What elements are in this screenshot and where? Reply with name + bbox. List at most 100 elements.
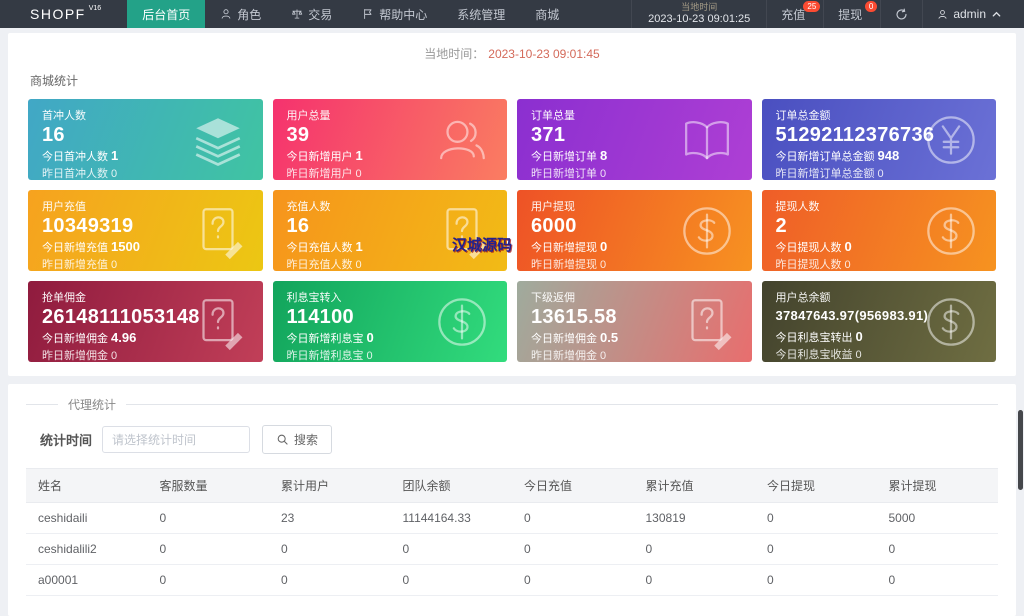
table-cell: a00001 [26, 564, 148, 596]
nav-item-5[interactable]: 商城 [520, 0, 574, 28]
table-cell: 11144164.33 [390, 502, 512, 534]
table-header: 今日提现 [755, 468, 877, 503]
withdraw-badge: 0 [864, 1, 878, 12]
stat-card-5: 充值人数 16 今日充值人数 1 昨日充值人数 0 [272, 190, 507, 271]
table-cell: 5000 [876, 502, 998, 534]
dollar-icon [922, 202, 980, 260]
nav-item-label: 交易 [308, 7, 333, 22]
table-cell: 0 [755, 564, 877, 596]
table-header: 客服数量 [147, 468, 269, 503]
doc-icon [678, 293, 736, 351]
local-time-label: 当地时间 [681, 1, 718, 12]
logo-version: V16 [88, 5, 102, 12]
withdraw-label: 提现 [838, 7, 863, 22]
username: admin [953, 7, 986, 21]
stat-card-3: 订单总金额 51292112376736 今日新增订单总金额 948 昨日新增订单总金额… [761, 99, 996, 180]
nav-item-label: 角色 [237, 7, 262, 22]
nav-item-0[interactable]: 后台首页 [127, 0, 206, 28]
nav-quick: 充值 25 提现 0 [767, 0, 882, 28]
table-row: ceshidalili2 0 0 0 0 0 0 0 [26, 533, 998, 565]
agent-table-body: ceshidaili 0 23 11144164.33 0 130819 0 5000 cesh… [26, 502, 998, 596]
stat-card-8: 抢单佣金 26148111053148 今日新增佣金 4.96 昨日新增佣金 0 [28, 281, 263, 362]
nav-item-label: 商城 [535, 7, 560, 22]
table-cell: 0 [512, 502, 634, 534]
stat-card-11: 用户总余额 37847643.97(956983.91) 今日利息宝转出 0 今日利息宝… [761, 281, 996, 362]
table-cell: 0 [755, 533, 877, 565]
agent-legend: 代理统计 [26, 396, 998, 413]
stat-card-9: 利息宝转入 114100 今日新增利息宝 0 昨日新增利息宝 0 [272, 281, 507, 362]
page-scrollbar-thumb[interactable] [1018, 410, 1023, 490]
stat-card-6: 用户提现 6000 今日新增提现 0 昨日新增提现 0 [517, 190, 752, 271]
panel-time-value: 2023-10-23 09:01:45 [488, 47, 600, 61]
stats-panel: 当地时间： 2023-10-23 09:01:45 商城统计 首冲人数 16 今日首冲… [8, 33, 1016, 376]
doc-icon [189, 293, 247, 351]
recharge-label: 充值 [781, 7, 806, 22]
yen-icon [922, 111, 980, 169]
user-menu[interactable]: admin [923, 0, 1024, 28]
logo-text: SHOPF [30, 6, 86, 22]
refresh-button[interactable] [881, 0, 924, 28]
app-logo: SHOPF V16 [0, 0, 127, 28]
table-cell: 0 [755, 502, 877, 534]
search-icon [276, 433, 289, 446]
chevron-up-icon [991, 9, 1002, 20]
local-time-value: 2023-10-23 09:01:25 [648, 12, 751, 25]
dollar-icon [922, 293, 980, 351]
search-button[interactable]: 搜索 [262, 425, 333, 454]
refresh-icon [895, 8, 908, 21]
table-cell: ceshidalili2 [26, 533, 148, 565]
stat-card-1: 用户总量 39 今日新增用户 1 昨日新增用户 0 [272, 99, 507, 180]
doc-icon [433, 202, 491, 260]
stat-cards: 首冲人数 16 今日首冲人数 1 昨日首冲人数 0 用户总量 39 今日新增用户 1 昨日新增用户… [28, 99, 996, 362]
nav-item-label: 系统管理 [457, 7, 506, 22]
table-row: a00001 0 0 0 0 0 0 0 [26, 564, 998, 596]
nav-item-2[interactable]: 交易 [276, 0, 347, 28]
agent-legend-label: 代理统计 [68, 398, 117, 412]
table-cell: 0 [390, 564, 512, 596]
nav-menu: 后台首页 角色 交易 帮助中心 系统管理 商城 [127, 0, 574, 28]
table-cell: 0 [269, 533, 391, 565]
table-cell: 0 [147, 502, 269, 534]
filter-label: 统计时间 [40, 433, 93, 448]
table-cell: 23 [269, 502, 391, 534]
nav-item-label: 帮助中心 [379, 7, 428, 22]
stat-card-4: 用户充值 10349319 今日新增充值 1500 昨日新增充值 0 [28, 190, 263, 271]
table-header: 姓名 [26, 468, 148, 503]
agent-table: 姓名 客服数量 累计用户 团队余额 今日充值 累计充值 今日提现 累计提现 ceshidail… [26, 468, 998, 596]
table-cell: 0 [876, 533, 998, 565]
nav-item-4[interactable]: 系统管理 [442, 0, 520, 28]
page-scrollbar-track [1017, 28, 1024, 495]
table-header: 累计提现 [876, 468, 998, 503]
recharge-button[interactable]: 充值 25 [767, 0, 825, 28]
local-time-block: 当地时间 2023-10-23 09:01:25 [631, 0, 768, 28]
top-navbar: SHOPF V16 后台首页 角色 交易 帮助中心 系统管理 商城 当地时间 2023-1… [0, 0, 1024, 28]
stat-time-input[interactable] [102, 426, 251, 453]
nav-item-3[interactable]: 帮助中心 [347, 0, 442, 28]
table-cell: 0 [390, 533, 512, 565]
table-cell: 0 [512, 564, 634, 596]
search-button-label: 搜索 [294, 433, 319, 447]
panel-local-time: 当地时间： 2023-10-23 09:01:45 [28, 39, 996, 70]
filter-row: 统计时间 搜索 [40, 425, 998, 454]
agent-panel: 代理统计 统计时间 搜索 姓名客服数量累计用户团队余额今日充值累计充值今日提现累… [8, 384, 1016, 616]
table-cell: ceshidaili [26, 502, 148, 534]
withdraw-button[interactable]: 提现 0 [824, 0, 882, 28]
users-icon [433, 111, 491, 169]
table-cell: 0 [269, 564, 391, 596]
table-header: 今日充值 [512, 468, 634, 503]
table-header: 累计用户 [269, 468, 391, 503]
stat-card-2: 订单总量 371 今日新增订单 8 昨日新增订单 0 [517, 99, 752, 180]
table-cell: 0 [147, 564, 269, 596]
flag-icon [362, 8, 374, 20]
recharge-badge: 25 [803, 1, 821, 12]
table-cell: 0 [633, 533, 755, 565]
layers-icon [189, 111, 247, 169]
dollar-icon [433, 293, 491, 351]
nav-item-1[interactable]: 角色 [205, 0, 276, 28]
book-icon [678, 111, 736, 169]
table-cell: 0 [633, 564, 755, 596]
table-header: 累计充值 [633, 468, 755, 503]
doc-icon [189, 202, 247, 260]
person-icon [937, 9, 948, 20]
nav-item-label: 后台首页 [142, 7, 191, 22]
